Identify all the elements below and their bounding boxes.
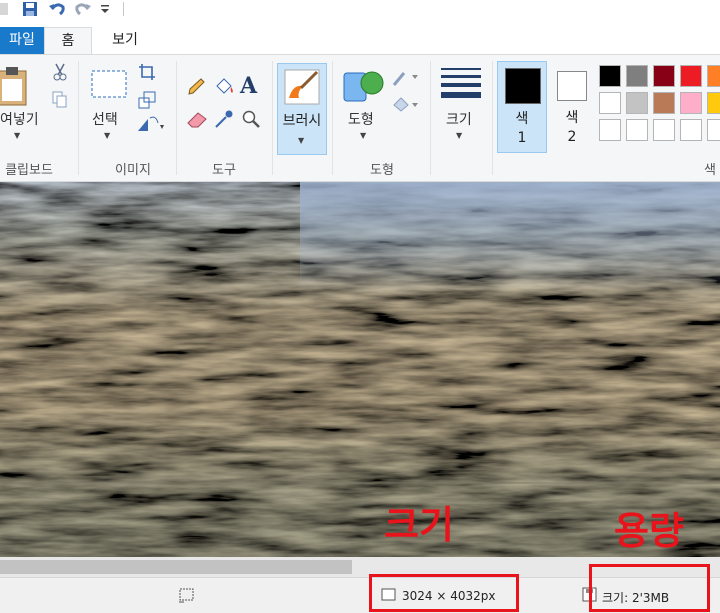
ribbon-tabs: 파일 홈 보기	[0, 27, 720, 54]
tab-file[interactable]: 파일	[0, 27, 44, 54]
palette-swatch[interactable]	[653, 92, 675, 114]
shapes-button-label[interactable]: 도형	[348, 109, 374, 129]
eraser-icon[interactable]	[186, 109, 208, 129]
outline-icon[interactable]	[392, 69, 420, 87]
save-icon[interactable]	[22, 1, 38, 17]
group-separator	[272, 61, 273, 175]
color1-button[interactable]: 색 1	[497, 61, 547, 153]
app-icon-partial	[0, 3, 8, 15]
color-picker-icon[interactable]	[214, 109, 234, 129]
tab-view[interactable]: 보기	[100, 27, 150, 54]
brushes-button-label: 브러시	[282, 113, 322, 129]
size-dropdown-arrow[interactable]: ▼	[456, 131, 462, 140]
brush-icon	[284, 69, 320, 105]
palette-swatch[interactable]	[599, 119, 621, 141]
palette-swatch[interactable]	[707, 119, 720, 141]
size-icon[interactable]	[440, 67, 482, 99]
palette-swatch[interactable]	[626, 65, 648, 87]
group-label-shapes: 도형	[370, 163, 394, 178]
group-separator	[176, 61, 177, 175]
annotation-capacity: 용량	[614, 509, 684, 553]
cut-icon[interactable]	[52, 63, 68, 81]
color2-button[interactable]: 색 2	[551, 61, 593, 153]
paste-dropdown-arrow[interactable]: ▼	[14, 131, 20, 140]
group-label-tools: 도구	[212, 163, 236, 178]
redo-icon[interactable]	[74, 1, 92, 17]
group-separator	[78, 61, 79, 175]
group-separator	[332, 61, 333, 175]
palette-swatch[interactable]	[707, 65, 720, 87]
shapes-icon[interactable]	[342, 67, 386, 107]
annotation-size: 크기	[384, 503, 454, 547]
status-bar: 3024 × 4032px 크기: 2'3MB	[0, 564, 720, 613]
resize-icon[interactable]	[138, 91, 156, 109]
color1-number: 1	[517, 130, 527, 146]
fill-icon[interactable]	[392, 95, 420, 113]
size-button-label[interactable]: 크기	[446, 109, 472, 129]
drawing-canvas[interactable]: 크기 용량	[0, 182, 720, 557]
ribbon: 여넣기 ▼ 클립보드 선택 ▼ 이미지 A 도구 브러시 ▼ 도형 ▼ 도형 크…	[0, 54, 720, 182]
undo-icon[interactable]	[48, 1, 66, 17]
palette-swatch[interactable]	[626, 119, 648, 141]
color1-label: 색	[515, 111, 529, 127]
palette-swatch[interactable]	[707, 92, 720, 114]
toolbar-separator	[123, 2, 124, 16]
paste-button-label[interactable]: 여넣기	[0, 109, 39, 129]
highlight-box-dimensions	[369, 574, 519, 612]
group-label-colors: 색	[704, 163, 716, 178]
rotate-icon[interactable]	[136, 115, 166, 133]
color2-swatch	[557, 71, 587, 101]
palette-swatch[interactable]	[599, 92, 621, 114]
palette-swatch[interactable]	[653, 65, 675, 87]
copy-icon[interactable]	[52, 91, 68, 109]
group-label-image: 이미지	[115, 163, 151, 178]
color2-number: 2	[567, 129, 577, 145]
magnifier-icon[interactable]	[241, 109, 261, 129]
palette-swatch[interactable]	[680, 92, 702, 114]
crop-icon[interactable]	[138, 63, 156, 81]
group-separator	[492, 61, 493, 175]
palette-swatch[interactable]	[599, 65, 621, 87]
palette-swatch[interactable]	[680, 119, 702, 141]
shapes-dropdown-arrow[interactable]: ▼	[360, 131, 366, 140]
quick-access-toolbar	[0, 0, 720, 20]
select-button-label[interactable]: 선택	[92, 109, 118, 129]
stone-wall-photo	[0, 182, 720, 557]
color2-label: 색	[565, 110, 579, 126]
group-label-clipboard: 클립보드	[5, 163, 53, 178]
tab-home[interactable]: 홈	[44, 27, 92, 54]
palette-swatch[interactable]	[653, 119, 675, 141]
pencil-icon[interactable]	[186, 77, 206, 97]
highlight-box-filesize	[589, 564, 710, 612]
group-separator	[430, 61, 431, 175]
scrollbar-thumb[interactable]	[0, 560, 352, 574]
selection-size-icon	[179, 588, 194, 603]
customize-toolbar-icon[interactable]	[100, 1, 110, 17]
fill-bucket-icon[interactable]	[213, 77, 235, 97]
color1-swatch	[505, 68, 541, 104]
palette-swatch[interactable]	[680, 65, 702, 87]
palette-swatch[interactable]	[626, 92, 648, 114]
paste-icon[interactable]	[0, 65, 30, 107]
text-tool-icon[interactable]: A	[240, 73, 257, 99]
select-dropdown-arrow[interactable]: ▼	[104, 131, 110, 140]
brushes-button[interactable]: 브러시 ▼	[277, 63, 327, 155]
brushes-dropdown-arrow[interactable]: ▼	[298, 136, 304, 145]
select-icon[interactable]	[90, 69, 128, 99]
